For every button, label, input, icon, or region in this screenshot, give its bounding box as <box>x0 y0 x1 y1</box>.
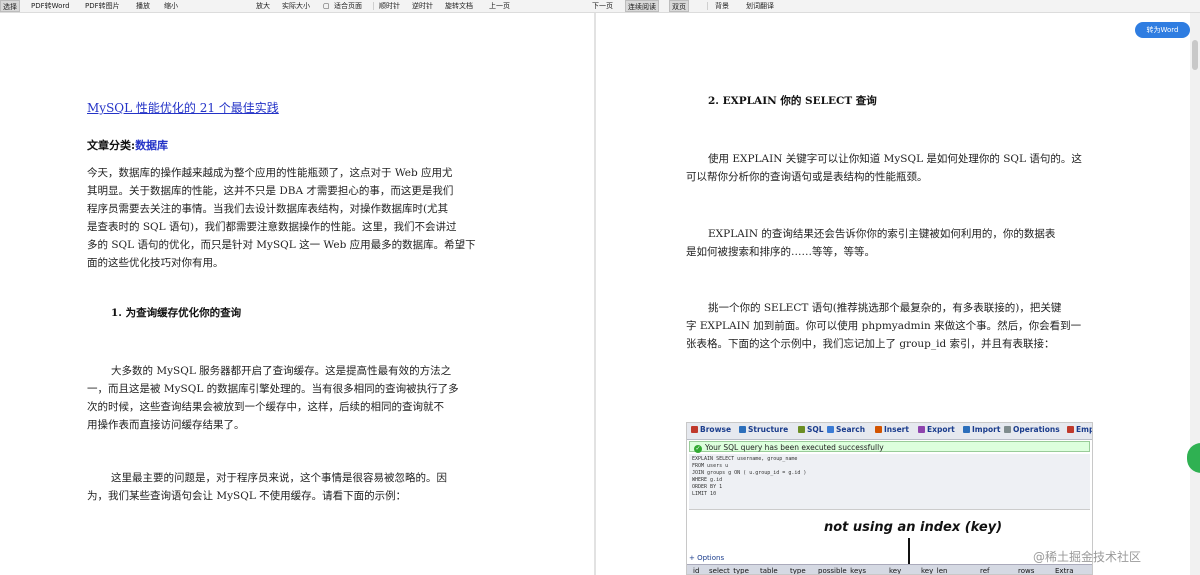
tab-structure: Structure <box>739 425 788 434</box>
text-line: 挑一个你的 SELECT 语句(推荐挑选那个最复杂的，有多表联接的)，把关键 <box>708 302 1062 314</box>
column-header: key_len <box>921 567 948 575</box>
fit-page-button[interactable]: 适合页面 <box>334 0 362 12</box>
tab-sql: SQL <box>798 425 824 434</box>
intro-paragraph: 今天，数据库的操作越来越成为整个应用的性能瓶颈了，这点对于 Web 应用尤 其明… <box>87 164 497 272</box>
paragraph-query-cache: 大多数的 MySQL 服务器都开启了查询缓存。这是提高性最有效的方法之 一，而且… <box>87 362 497 434</box>
text-line: 用操作表而直接访问缓存结果了。 <box>87 419 245 431</box>
prev-page-button[interactable]: 上一页 <box>489 0 510 12</box>
sql-query-box: EXPLAIN SELECT username, group_name FROM… <box>689 454 1090 510</box>
toolbar-divider <box>373 2 374 10</box>
two-page-button[interactable]: 双页 <box>669 0 689 12</box>
scrollbar-thumb[interactable] <box>1192 40 1198 70</box>
column-header: key <box>889 567 902 575</box>
import-icon <box>963 426 970 433</box>
sql-icon <box>798 426 805 433</box>
paragraph-explain-intro: 使用 EXPLAIN 关键字可以让你知道 MySQL 是如何处理你的 SQL 语… <box>686 150 1098 186</box>
pdf-to-word-button[interactable]: PDF转Word <box>31 0 70 12</box>
explain-table-header: id select_type table type possible_keys … <box>687 564 1092 575</box>
check-icon: ✓ <box>694 445 702 453</box>
browse-icon <box>691 426 698 433</box>
text-line: 今天，数据库的操作越来越成为整个应用的性能瓶颈了，这点对于 Web 应用尤 <box>87 167 453 179</box>
pdf-to-image-button[interactable]: PDF转图片 <box>85 0 120 12</box>
text-line: 面的这些优化技巧对你有用。 <box>87 257 224 269</box>
success-message: ✓ Your SQL query has been executed succes… <box>689 441 1090 453</box>
tab-import: Import <box>963 425 1000 434</box>
annotation-text: not using an index (key) <box>824 520 1003 535</box>
column-header: type <box>790 567 806 575</box>
sql-line: EXPLAIN SELECT username, group_name <box>692 456 798 462</box>
toolbar: 选择 PDF转Word PDF转图片 播放 缩小 放大 实际大小 ▢ 适合页面 … <box>0 0 1200 13</box>
text-line: 是如何被搜索和排序的……等等，等等。 <box>686 246 875 258</box>
section-heading-1: 1. 为查询缓存优化你的查询 <box>111 307 242 319</box>
background-button[interactable]: 背景 <box>715 0 729 12</box>
zoom-out-button[interactable]: 缩小 <box>164 0 178 12</box>
tab-insert: Insert <box>875 425 909 434</box>
article-category: 文章分类:数据库 <box>87 137 168 153</box>
text-line: 使用 EXPLAIN 关键字可以让你知道 MySQL 是如何处理你的 SQL 语… <box>708 153 1082 165</box>
column-header: select_type <box>709 567 749 575</box>
structure-icon <box>739 426 746 433</box>
rotate-ccw-button[interactable]: 逆时针 <box>412 0 433 12</box>
sql-line: WHERE g.id <box>692 477 723 483</box>
column-header: id <box>693 567 700 575</box>
text-line: 张表格。下面的这个示例中，我们忘记加上了 group_id 索引，并且有表联接： <box>686 338 1055 350</box>
sql-line: LIMIT 10 <box>692 491 717 497</box>
tab-empty: Emp <box>1067 425 1092 434</box>
options-link: + Options <box>689 554 725 562</box>
text-line: 大多数的 MySQL 服务器都开启了查询缓存。这是提高性最有效的方法之 <box>111 365 452 377</box>
sql-line: FROM users u <box>692 463 729 469</box>
paragraph-explain-example: 挑一个你的 SELECT 语句(推荐挑选那个最复杂的，有多表联接的)，把关键 字… <box>686 299 1098 353</box>
zoom-in-button[interactable]: 放大 <box>256 0 270 12</box>
sql-line: ORDER BY 1 <box>692 484 723 490</box>
pma-tabbar: Browse Structure SQL Search Insert Expor… <box>687 423 1092 440</box>
text-line: 其明显。关于数据库的性能，这并不只是 DBA 才需要担心的事，而这更是我们 <box>87 185 454 197</box>
text-line: 可以帮你分析你的查询语句或是表结构的性能瓶颈。 <box>686 171 928 183</box>
convert-to-word-button[interactable]: 转为Word <box>1135 22 1190 38</box>
operations-icon <box>1004 426 1011 433</box>
text-line: 这里最主要的问题是，对于程序员来说，这个事情是很容易被忽略的。因 <box>111 472 447 484</box>
text-line: 次的时候，这些查询结果会被放到一个缓存中，这样，后续的相同的查询就不 <box>87 401 444 413</box>
rotate-doc-button[interactable]: 旋转文档 <box>445 0 473 12</box>
text-line: EXPLAIN 的查询结果还会告诉你你的索引主键被如何利用的，你的数据表 <box>708 228 1056 240</box>
page-divider <box>594 13 596 575</box>
watermark: @稀土掘金技术社区 <box>1033 550 1142 564</box>
toolbar-divider <box>707 2 708 10</box>
rotate-cw-button[interactable]: 顺时针 <box>379 0 400 12</box>
text-line: 多的 SQL 语句的优化，而只是针对 MySQL 这一 Web 应用最多的数据库… <box>87 239 476 251</box>
tab-operations: Operations <box>1004 425 1060 434</box>
column-header: rows <box>1018 567 1035 575</box>
paragraph-explain-result: EXPLAIN 的查询结果还会告诉你你的索引主键被如何利用的，你的数据表 是如何… <box>686 225 1098 261</box>
column-header: table <box>760 567 778 575</box>
column-header: Extra <box>1055 567 1074 575</box>
text-line: 字 EXPLAIN 加到前面。你可以使用 phpmyadmin 来做这个事。然后… <box>686 320 1082 332</box>
text-line: 为，我们某些查询语句会让 MySQL 不使用缓存。请看下面的示例： <box>87 490 407 502</box>
play-button[interactable]: 播放 <box>136 0 150 12</box>
actual-size-button[interactable]: 实际大小 <box>282 0 310 12</box>
article-title[interactable]: MySQL 性能优化的 21 个最佳实践 <box>87 99 279 116</box>
sql-line: JOIN groups g ON ( u.group_id = g.id ) <box>692 470 807 476</box>
next-page-button[interactable]: 下一页 <box>592 0 613 12</box>
scrollbar[interactable] <box>1190 13 1200 575</box>
export-icon <box>918 426 925 433</box>
select-button[interactable]: 选择 <box>0 0 20 12</box>
text-line: 程序员需要去关注的事情。当我们去设计数据库表结构，对操作数据库时(尤其 <box>87 203 449 215</box>
tab-browse: Browse <box>691 425 731 434</box>
text-line: 一，而且这是被 MySQL 的数据库引擎处理的。当有很多相同的查询被执行了多 <box>87 383 459 395</box>
text-line: 是查表时的 SQL 语句)，我们都需要注意数据操作的性能。这里，我们不会讲过 <box>87 221 457 233</box>
fit-page-icon: ▢ <box>323 2 330 10</box>
empty-icon <box>1067 426 1074 433</box>
tab-export: Export <box>918 425 955 434</box>
word-translate-button[interactable]: 划词翻译 <box>746 0 774 12</box>
search-icon <box>827 426 834 433</box>
phpmyadmin-screenshot: Browse Structure SQL Search Insert Expor… <box>686 422 1093 575</box>
tab-search: Search <box>827 425 865 434</box>
column-header: possible_keys <box>818 567 867 575</box>
section-heading-2: 2. EXPLAIN 你的 SELECT 查询 <box>708 95 877 107</box>
column-header: ref <box>980 567 990 575</box>
insert-icon <box>875 426 882 433</box>
paragraph-cache-issue: 这里最主要的问题是，对于程序员来说，这个事情是很容易被忽略的。因 为，我们某些查… <box>87 469 497 505</box>
category-label: 文章分类: <box>87 139 136 152</box>
category-link[interactable]: 数据库 <box>135 139 168 152</box>
continuous-read-button[interactable]: 连续阅读 <box>625 0 659 12</box>
